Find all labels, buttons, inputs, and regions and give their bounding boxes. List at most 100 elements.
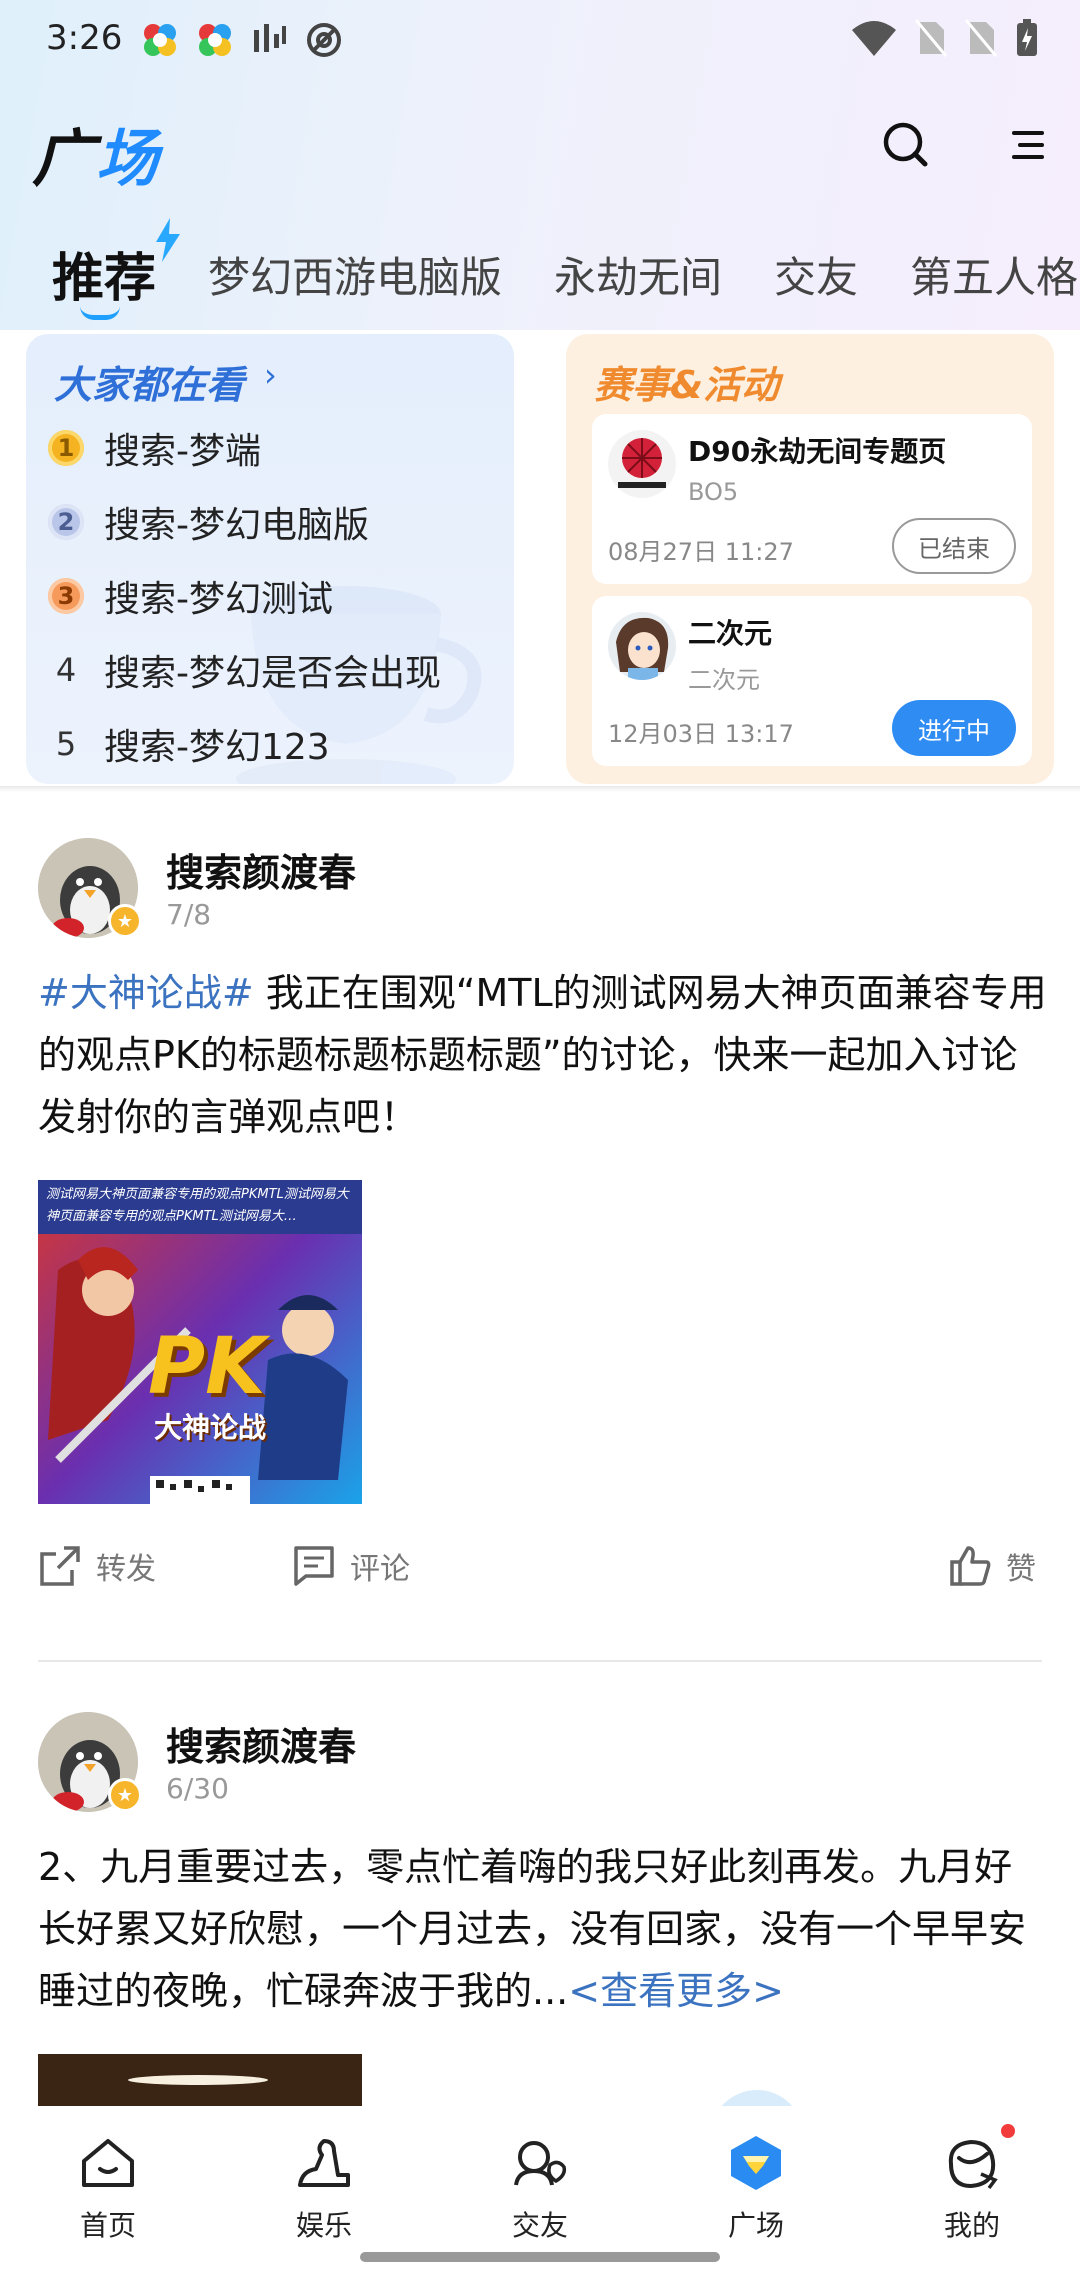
event-item[interactable]: 二次元 二次元 12月03日 13:17 进行中: [592, 596, 1032, 766]
trending-item-text: 搜索-梦端: [104, 431, 261, 472]
tab-friends[interactable]: 交友: [774, 244, 858, 305]
post-text[interactable]: #大神论战# 我正在围观“MTL的测试网易大神页面兼容专用的观点PK的标题标题标…: [38, 962, 1048, 1148]
page-title-part1: 广: [32, 122, 97, 195]
event-status-ended[interactable]: 已结束: [892, 518, 1016, 574]
trending-card[interactable]: 大家都在看 › 1 搜索-梦端 2 搜索-梦幻电脑版 3 搜索-梦幻测试 4 搜…: [26, 334, 514, 784]
rank-badge: 3: [48, 578, 84, 614]
tab-recommend[interactable]: 推荐: [52, 236, 156, 311]
trending-item-text: 搜索-梦幻是否会出现: [104, 653, 441, 694]
post-separator: [38, 1660, 1042, 1662]
search-icon: [883, 122, 928, 167]
event-time: 12月03日 13:17: [608, 720, 794, 748]
post-image[interactable]: [38, 2054, 362, 2106]
nav-label: 娱乐: [295, 2209, 352, 2242]
see-more-link[interactable]: <查看更多>: [568, 1969, 784, 2013]
nav-me[interactable]: 我的: [864, 2106, 1080, 2256]
tab-menghuan-pc[interactable]: 梦幻西游电脑版: [208, 244, 502, 305]
event-subtitle: BO5: [688, 478, 739, 506]
chevron-right-icon: ›: [264, 356, 277, 394]
post-author[interactable]: 搜索颜渡春: [166, 1716, 356, 1771]
trending-item[interactable]: 5 搜索-梦幻123: [48, 714, 330, 774]
share-label: 转发: [96, 1552, 156, 1587]
share-icon: [40, 1546, 80, 1586]
events-card: 赛事&活动 D90永劫无间专题页 BO5 08月27日 11:27 已结束 二次…: [566, 334, 1054, 784]
status-bar: 3:26: [0, 0, 1080, 80]
avatar[interactable]: ★: [38, 1712, 142, 1812]
avatar[interactable]: ★: [38, 838, 142, 938]
post-text[interactable]: 2、九月重要过去，零点忙着嗨的我只好此刻再发。九月好长好累又好欣慰，一个月过去，…: [38, 1836, 1048, 2022]
event-avatar: [608, 612, 676, 680]
event-avatar: [608, 430, 676, 498]
event-name: 二次元: [688, 617, 773, 650]
topic-link[interactable]: #大神论战#: [38, 971, 254, 1015]
nav-entertainment[interactable]: 娱乐: [216, 2106, 432, 2256]
rank-badge: 1: [48, 430, 84, 466]
comment-label: 评论: [350, 1552, 410, 1587]
battery-icon: [1017, 19, 1037, 56]
bottom-nav: 首页 娱乐 交友 广场 我的: [0, 2106, 1080, 2280]
notification-dot: [1001, 2124, 1015, 2138]
post-author[interactable]: 搜索颜渡春: [166, 842, 356, 897]
menu-button[interactable]: [998, 115, 1058, 175]
event-item[interactable]: D90永劫无间专题页 BO5 08月27日 11:27 已结束: [592, 414, 1032, 584]
rank-number: 5: [55, 725, 77, 763]
post-date: 6/30: [166, 1772, 229, 1805]
menu-icon: [1012, 131, 1044, 159]
square-active-icon: [731, 2136, 781, 2190]
events-title: 赛事&活动: [594, 363, 780, 407]
nav-label: 首页: [79, 2209, 136, 2242]
home-icon: [82, 2139, 134, 2187]
event-status-live[interactable]: 进行中: [892, 700, 1016, 756]
app-notification-icon-2: [199, 24, 231, 56]
trending-item[interactable]: 3 搜索-梦幻测试: [48, 566, 333, 626]
nav-label: 交友: [511, 2209, 568, 2242]
comment-icon: [294, 1546, 334, 1586]
trending-item-text: 搜索-梦幻123: [104, 727, 330, 768]
image-sub-text: 大神论战: [154, 1411, 267, 1444]
page-title: 广场: [32, 108, 160, 198]
rank-badge: 2: [48, 504, 84, 540]
signal-bars-icon: [254, 24, 286, 52]
sync-icon: [307, 23, 341, 57]
verified-badge-icon: ★: [108, 904, 142, 938]
nav-square[interactable]: 广场: [648, 2106, 864, 2256]
wifi-icon: [852, 21, 896, 56]
trending-item-text: 搜索-梦幻电脑版: [104, 505, 369, 546]
home-indicator[interactable]: [360, 2252, 720, 2262]
like-button[interactable]: 赞: [948, 1544, 1036, 1588]
nav-friends[interactable]: 交友: [432, 2106, 648, 2256]
lightning-icon: [156, 218, 180, 262]
share-button[interactable]: 转发: [38, 1544, 156, 1588]
status-time: 3:26: [46, 18, 123, 58]
trending-item[interactable]: 4 搜索-梦幻是否会出现: [48, 640, 441, 700]
app-notification-icon: [144, 24, 176, 56]
tab-yongjie[interactable]: 永劫无间: [554, 244, 722, 305]
friends-icon: [514, 2141, 567, 2186]
post-text-content: 2、九月重要过去，零点忙着嗨的我只好此刻再发。九月好长好累又好欣慰，一个月过去，…: [38, 1845, 1027, 2013]
trending-item[interactable]: 1 搜索-梦端: [48, 418, 261, 478]
nav-label: 广场: [727, 2209, 784, 2242]
nav-home[interactable]: 首页: [0, 2106, 216, 2256]
comment-button[interactable]: 评论: [292, 1544, 410, 1588]
post-actions: 转发 评论 赞: [0, 1544, 1080, 1604]
high-heel-icon: [298, 2139, 350, 2187]
nav-label: 我的: [943, 2209, 1000, 2242]
post-image[interactable]: 测试网易大神页面兼容专用的观点PKMTL测试网易大神页面兼容专用的观点PKMTL…: [38, 1180, 362, 1504]
thumbs-up-icon: [950, 1546, 991, 1586]
like-label: 赞: [1006, 1552, 1036, 1587]
no-sim-icon: [914, 19, 948, 57]
section-divider: [0, 786, 1080, 792]
page-title-part2: 场: [96, 122, 161, 195]
event-time: 08月27日 11:27: [608, 538, 794, 566]
profile-icon: [948, 2139, 998, 2190]
image-banner-text: 测试网易大神页面兼容专用的观点PKMTL测试网易大神页面兼容专用的观点PKMTL…: [46, 1187, 349, 1224]
event-subtitle: 二次元: [688, 666, 760, 694]
no-sim-icon-2: [964, 19, 998, 57]
trending-item[interactable]: 2 搜索-梦幻电脑版: [48, 492, 369, 552]
image-logo-text: PK: [148, 1322, 266, 1412]
rank-number: 4: [55, 651, 77, 689]
trending-item-text: 搜索-梦幻测试: [104, 579, 333, 620]
event-name: D90永劫无间专题页: [688, 435, 947, 468]
tab-identity-v[interactable]: 第五人格: [910, 244, 1078, 305]
search-button[interactable]: [876, 115, 936, 175]
